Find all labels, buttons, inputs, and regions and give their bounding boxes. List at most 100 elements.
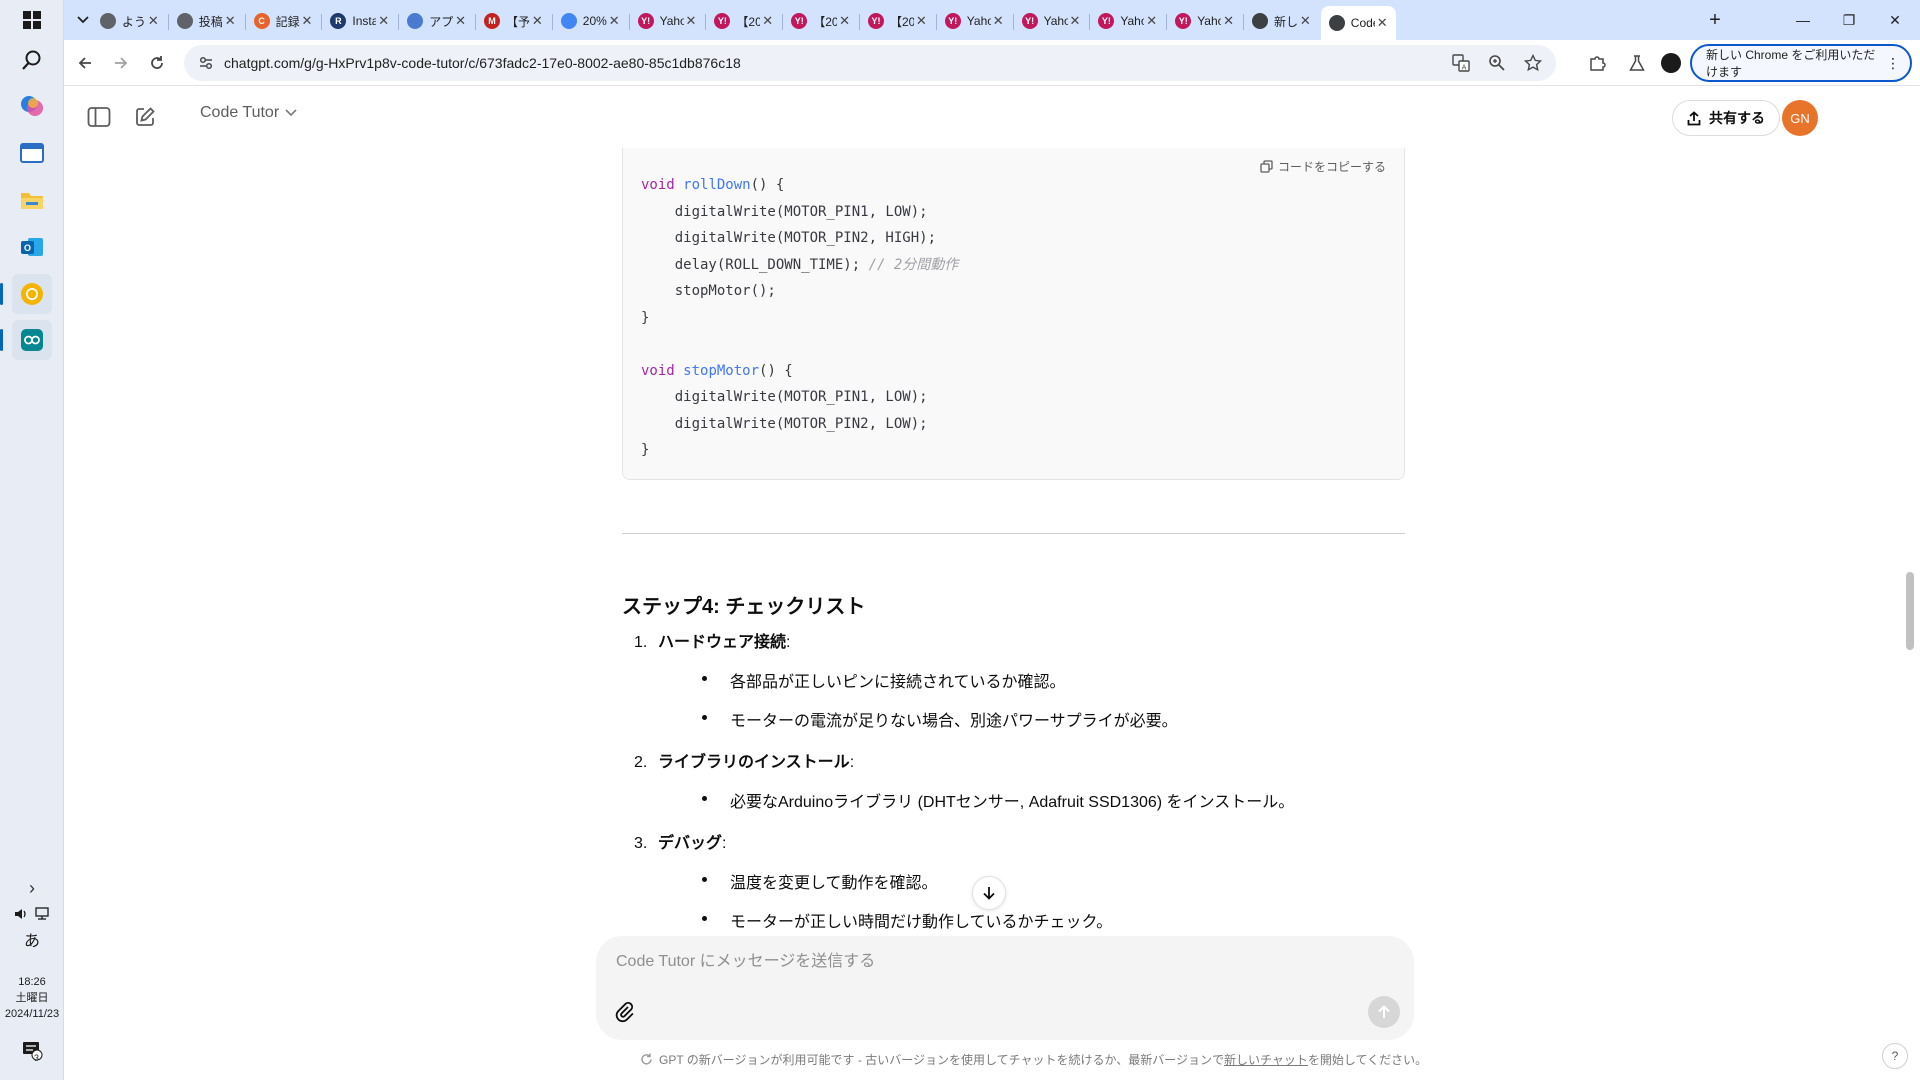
tab-close-icon[interactable]: ✕: [301, 13, 312, 29]
tab-separator: [859, 14, 860, 30]
forward-button[interactable]: [106, 48, 136, 78]
code-block: コードをコピーする void rollDown() { digitalWrite…: [622, 148, 1405, 480]
send-button[interactable]: [1368, 996, 1400, 1028]
arduino-icon: [21, 329, 43, 351]
tab-close-icon[interactable]: ✕: [993, 13, 1004, 29]
browser-tab[interactable]: アプリ✕: [399, 6, 474, 36]
notification-center[interactable]: 3: [0, 1040, 64, 1066]
back-button[interactable]: [70, 48, 100, 78]
message-input[interactable]: [616, 948, 1376, 976]
tab-separator: [244, 14, 246, 30]
scroll-to-bottom-button[interactable]: [972, 876, 1006, 910]
new-chat-link[interactable]: 新しいチャット: [1224, 1053, 1308, 1067]
checklist-title-suffix: :: [786, 634, 791, 651]
tab-close-icon[interactable]: ✕: [455, 13, 466, 29]
browser-tab[interactable]: Y! 【20 ✕: [783, 6, 858, 36]
tab-separator: [321, 14, 323, 30]
browser-tab[interactable]: M 【予 ✕: [476, 6, 551, 36]
browser-tab[interactable]: Y! Yaho ✕: [1090, 6, 1165, 36]
more-menu-icon[interactable]: ⋮: [1886, 55, 1900, 72]
tab-close-icon[interactable]: ✕: [609, 13, 620, 29]
search-icon: [22, 50, 41, 70]
chrome-update-button[interactable]: 新しい Chrome をご利用いただけます ⋮: [1690, 44, 1912, 82]
taskbar-copilot[interactable]: [12, 86, 52, 126]
tab-close-icon[interactable]: ✕: [1377, 15, 1388, 31]
clock-weekday: 土曜日: [15, 992, 49, 1004]
taskbar-arduino[interactable]: [12, 320, 52, 360]
browser-tab[interactable]: R Insta ✕: [322, 6, 397, 36]
new-chat-button[interactable]: [130, 102, 160, 132]
profile-avatar-icon: [1661, 53, 1681, 73]
browser-tab[interactable]: Y! Yaho ✕: [1014, 6, 1089, 36]
tab-separator: [782, 14, 784, 30]
start-button[interactable]: [12, 0, 52, 40]
browser-tab[interactable]: ようこ✕: [92, 6, 167, 36]
tab-close-icon[interactable]: ✕: [1223, 13, 1234, 29]
compose-icon: [136, 107, 155, 126]
browser-tab[interactable]: Y! Yaho ✕: [937, 6, 1012, 36]
code-token: delay(ROLL_DOWN_TIME);: [641, 256, 869, 273]
bookmark-star-icon[interactable]: [1524, 54, 1542, 72]
code-token: () {: [750, 177, 785, 193]
minimize-button[interactable]: —: [1780, 0, 1826, 40]
taskbar-file-explorer[interactable]: [12, 180, 52, 220]
taskbar-outlook[interactable]: O: [12, 227, 52, 267]
code-token: }: [641, 442, 650, 458]
new-tab-button[interactable]: +: [1700, 5, 1730, 35]
profile-button[interactable]: [1656, 48, 1686, 78]
taskbar-clock[interactable]: 18:26 土曜日 2024/11/23: [0, 974, 64, 1022]
system-tray-icons[interactable]: [0, 906, 64, 922]
extensions-button[interactable]: [1582, 48, 1612, 78]
address-bar[interactable]: chatgpt.com/g/g-HxPrv1p8v-code-tutor/c/6…: [184, 45, 1556, 81]
labs-button[interactable]: [1622, 48, 1652, 78]
taskbar-window-app[interactable]: [12, 133, 52, 173]
tab-close-icon[interactable]: ✕: [148, 13, 159, 29]
tab-title: Insta: [352, 14, 377, 28]
browser-tab[interactable]: Y! Yaho ✕: [630, 6, 705, 36]
scrollbar-thumb[interactable]: [1906, 572, 1914, 650]
zoom-icon[interactable]: [1488, 54, 1506, 72]
reload-button[interactable]: [142, 48, 172, 78]
user-avatar[interactable]: GN: [1782, 100, 1818, 136]
browser-tab[interactable]: 新しい✕: [1244, 6, 1319, 36]
browser-tab[interactable]: Code✕: [1320, 6, 1396, 40]
translate-icon[interactable]: A: [1452, 54, 1470, 72]
close-window-button[interactable]: ✕: [1872, 0, 1918, 40]
browser-tab[interactable]: Y! Yaho ✕: [1167, 6, 1242, 36]
help-button[interactable]: ?: [1882, 1043, 1908, 1069]
copy-icon: [1260, 160, 1273, 173]
share-button[interactable]: 共有する: [1672, 100, 1780, 136]
tab-separator: [398, 14, 400, 30]
copy-code-button[interactable]: コードをコピーする: [1260, 158, 1386, 175]
tab-close-icon[interactable]: ✕: [762, 13, 773, 29]
version-notice: GPT の新バージョンが利用可能です - 古いバージョンを使用してチャットを続け…: [640, 1051, 1427, 1068]
conversation-area[interactable]: コードをコピーする void rollDown() { digitalWrite…: [64, 148, 1920, 938]
tab-title: Yaho: [1197, 14, 1222, 28]
tab-close-icon[interactable]: ✕: [685, 13, 696, 29]
ime-indicator[interactable]: あ: [0, 934, 64, 950]
tab-close-icon[interactable]: ✕: [225, 13, 236, 29]
tab-close-icon[interactable]: ✕: [1146, 13, 1157, 29]
tab-close-icon[interactable]: ✕: [916, 13, 927, 29]
browser-tab[interactable]: Y! 【20 ✕: [860, 6, 935, 36]
attach-button[interactable]: [610, 998, 638, 1026]
browser-tab[interactable]: 投稿 ✕: [169, 6, 244, 36]
tab-close-icon[interactable]: ✕: [839, 13, 850, 29]
search-button[interactable]: [12, 40, 52, 80]
tab-title: 新しい: [1274, 14, 1298, 29]
taskbar-overflow-chevron[interactable]: ›: [0, 879, 64, 897]
browser-tab[interactable]: Y! 【20 ✕: [706, 6, 781, 36]
browser-tab[interactable]: C 記録 ✕: [246, 6, 321, 36]
taskbar-chrome[interactable]: [12, 274, 52, 314]
code-token: digitalWrite(MOTOR_PIN1, LOW);: [641, 389, 928, 405]
tab-favicon-icon: [1252, 13, 1268, 29]
maximize-button[interactable]: ❐: [1826, 0, 1872, 40]
toggle-sidebar-button[interactable]: [84, 102, 114, 132]
site-info-icon[interactable]: [198, 55, 214, 71]
tab-close-icon[interactable]: ✕: [1300, 13, 1311, 29]
tab-close-icon[interactable]: ✕: [378, 13, 389, 29]
browser-tab[interactable]: 20% ✕: [553, 6, 628, 36]
tab-close-icon[interactable]: ✕: [532, 13, 543, 29]
gpt-selector[interactable]: Code Tutor: [200, 104, 297, 122]
tab-close-icon[interactable]: ✕: [1069, 13, 1080, 29]
